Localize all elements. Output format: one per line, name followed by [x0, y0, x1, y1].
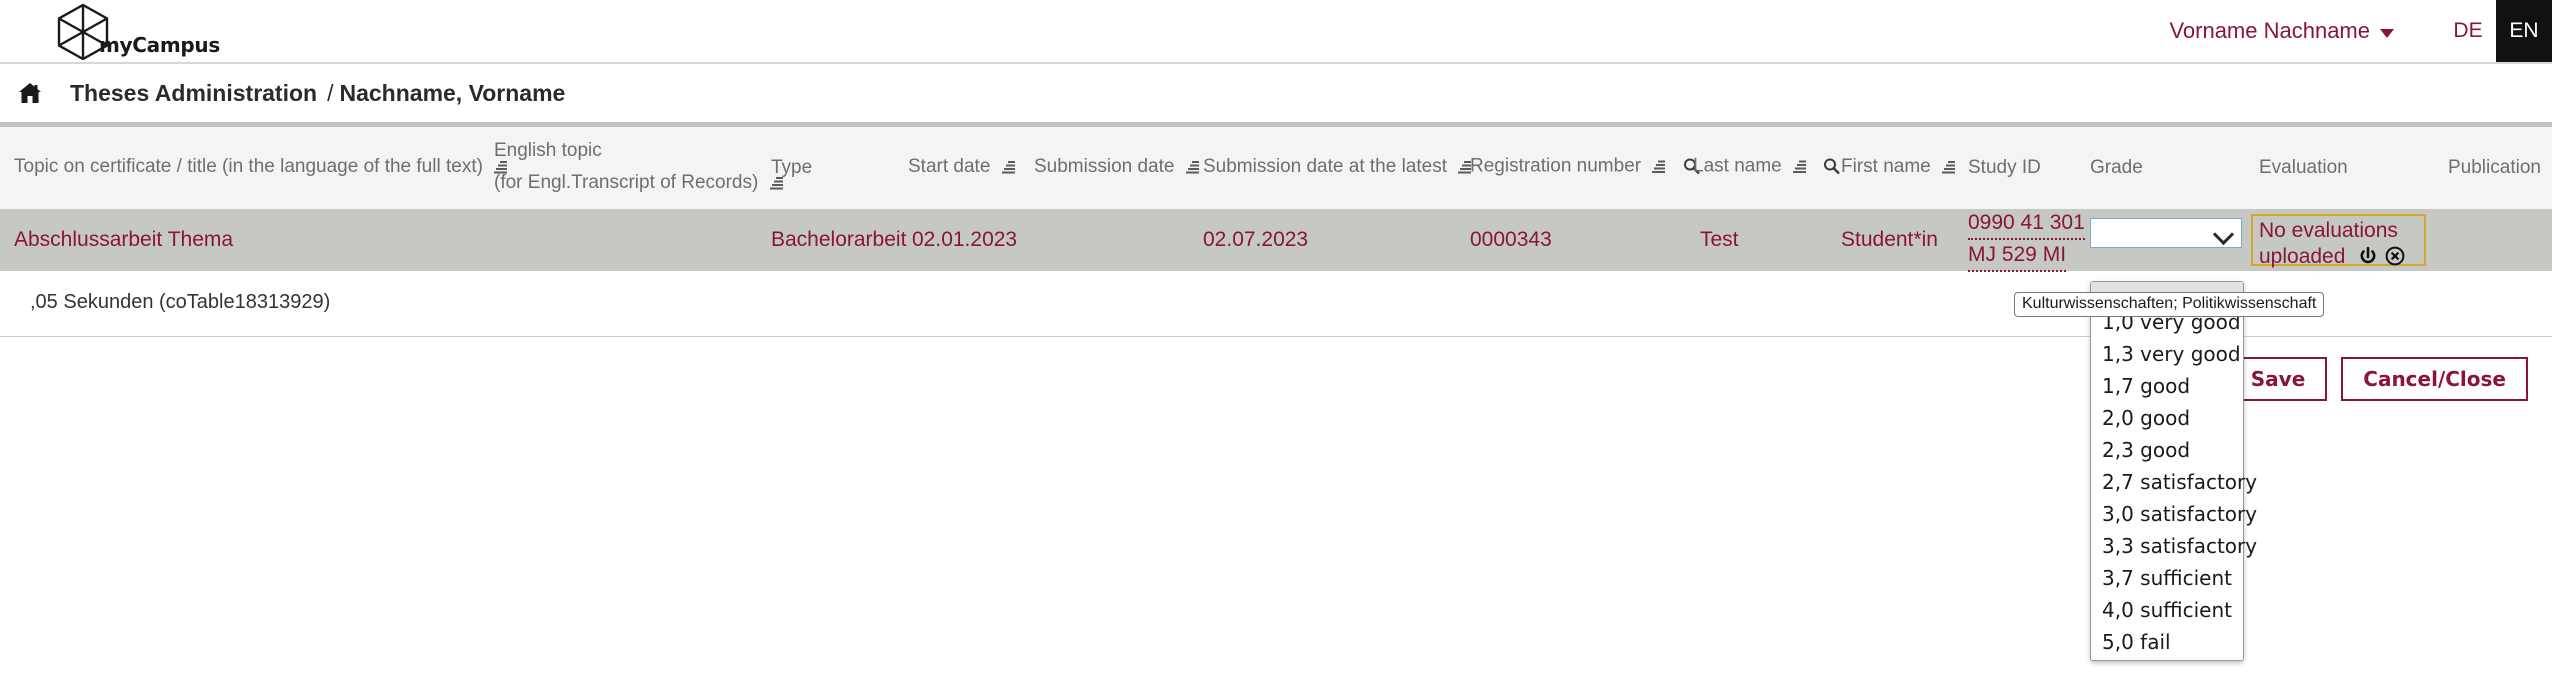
sort-icon[interactable] — [1793, 158, 1808, 180]
study-id-tooltip: Kulturwissenschaften; Politikwissenschaf… — [2014, 292, 2325, 317]
breadcrumb-separator: / — [327, 79, 334, 106]
cancel-close-button[interactable]: Cancel/Close — [2341, 357, 2528, 401]
cell-type: Bachelorarbeit — [771, 228, 907, 251]
theses-table: Topic on certificate / title (in the lan… — [0, 122, 2552, 272]
cell-first-name: Student*in — [1841, 228, 1938, 251]
language-toggle-de[interactable]: DE — [2440, 0, 2496, 62]
search-icon[interactable] — [1823, 158, 1841, 181]
sort-icon[interactable] — [1185, 158, 1201, 180]
column-header-grade: Grade — [2090, 157, 2143, 178]
dropdown-option[interactable]: 1,3 very good — [2091, 338, 2243, 370]
dropdown-option[interactable]: 5,0 fail — [2091, 626, 2243, 658]
upload-icon[interactable] — [2357, 245, 2379, 274]
brand-name: myCampus — [99, 33, 220, 57]
column-header-start-date[interactable]: Start date — [908, 156, 1017, 180]
sort-icon[interactable] — [1001, 158, 1017, 180]
dropdown-option[interactable]: 2,7 satisfactory — [2091, 466, 2257, 498]
table-header-row: Topic on certificate / title (in the lan… — [0, 122, 2552, 209]
column-header-topic[interactable]: Topic on certificate / title (in the lan… — [14, 156, 509, 180]
cancel-circle-icon[interactable] — [2384, 245, 2406, 274]
column-header-registration-number[interactable]: Registration number — [1470, 156, 1700, 181]
breadcrumb: Theses Administration / Nachname, Vornam… — [0, 64, 2552, 122]
cell-submission-date-latest: 02.07.2023 — [1203, 228, 1309, 251]
study-id-line-1[interactable]: 0990 41 301 — [1968, 208, 2085, 240]
breadcrumb-title[interactable]: Theses Administration — [70, 80, 317, 107]
dropdown-option[interactable]: 3,7 sufficient — [2091, 562, 2243, 594]
brand-logo[interactable]: myCampus — [55, 2, 220, 60]
dropdown-option[interactable]: 4,0 sufficient — [2091, 594, 2243, 626]
user-menu-button[interactable]: Vorname Nachname — [2169, 18, 2402, 44]
cell-topic[interactable]: Abschlussarbeit Thema — [14, 228, 233, 252]
dropdown-option[interactable]: 3,0 satisfactory — [2091, 498, 2257, 530]
cell-last-name: Test — [1700, 228, 1739, 251]
dropdown-option[interactable]: 2,0 good — [2091, 402, 2243, 434]
language-toggle-en[interactable]: EN — [2496, 0, 2552, 62]
column-header-submission-date-latest[interactable]: Submission date at the latest — [1203, 156, 1473, 180]
sort-icon[interactable] — [1652, 158, 1667, 180]
column-header-study-id: Study ID — [1968, 157, 2041, 178]
chevron-down-icon — [2212, 223, 2235, 246]
column-header-last-name[interactable]: Last name — [1693, 156, 1841, 181]
top-bar: myCampus Vorname Nachname DE EN — [0, 0, 2552, 64]
dropdown-option[interactable]: 1,7 good — [2091, 370, 2243, 402]
column-header-english-topic[interactable]: English topic (for Engl.Transcript of Re… — [494, 135, 785, 201]
study-id-line-2[interactable]: MJ 529 MI — [1968, 240, 2067, 272]
column-header-evaluation: Evaluation — [2259, 157, 2348, 178]
home-icon[interactable] — [18, 82, 42, 104]
column-header-type: Type — [771, 157, 813, 178]
table-row[interactable]: Abschlussarbeit Thema Bachelorarbeit 02.… — [0, 208, 2552, 272]
evaluation-actions — [2357, 245, 2406, 274]
grade-dropdown-list[interactable]: 1,0 very good 1,3 very good 1,7 good 2,0… — [2090, 281, 2257, 661]
grade-select[interactable] — [2090, 218, 2242, 248]
column-header-submission-date[interactable]: Submission date — [1034, 156, 1201, 180]
breadcrumb-subtitle: Nachname, Vorname — [339, 79, 566, 106]
cell-start-date: 02.01.2023 — [912, 228, 1018, 251]
column-header-first-name[interactable]: First name — [1841, 156, 1957, 180]
cell-study-id[interactable]: 0990 41 301 MJ 529 MI — [1968, 208, 2085, 272]
chevron-down-icon — [2380, 28, 2394, 38]
cell-evaluation[interactable]: No evaluations uploaded — [2251, 214, 2426, 268]
cell-registration-number: 0000343 — [1470, 228, 1552, 251]
top-bar-right: Vorname Nachname DE EN — [2169, 0, 2552, 62]
sort-icon[interactable] — [1942, 158, 1957, 180]
column-header-publication: Publication — [2448, 157, 2541, 178]
user-name-label: Vorname Nachname — [2169, 18, 2370, 43]
cell-grade[interactable] — [2090, 218, 2242, 248]
dropdown-option[interactable]: 3,3 satisfactory — [2091, 530, 2257, 562]
dropdown-option[interactable]: 2,3 good — [2091, 434, 2243, 466]
